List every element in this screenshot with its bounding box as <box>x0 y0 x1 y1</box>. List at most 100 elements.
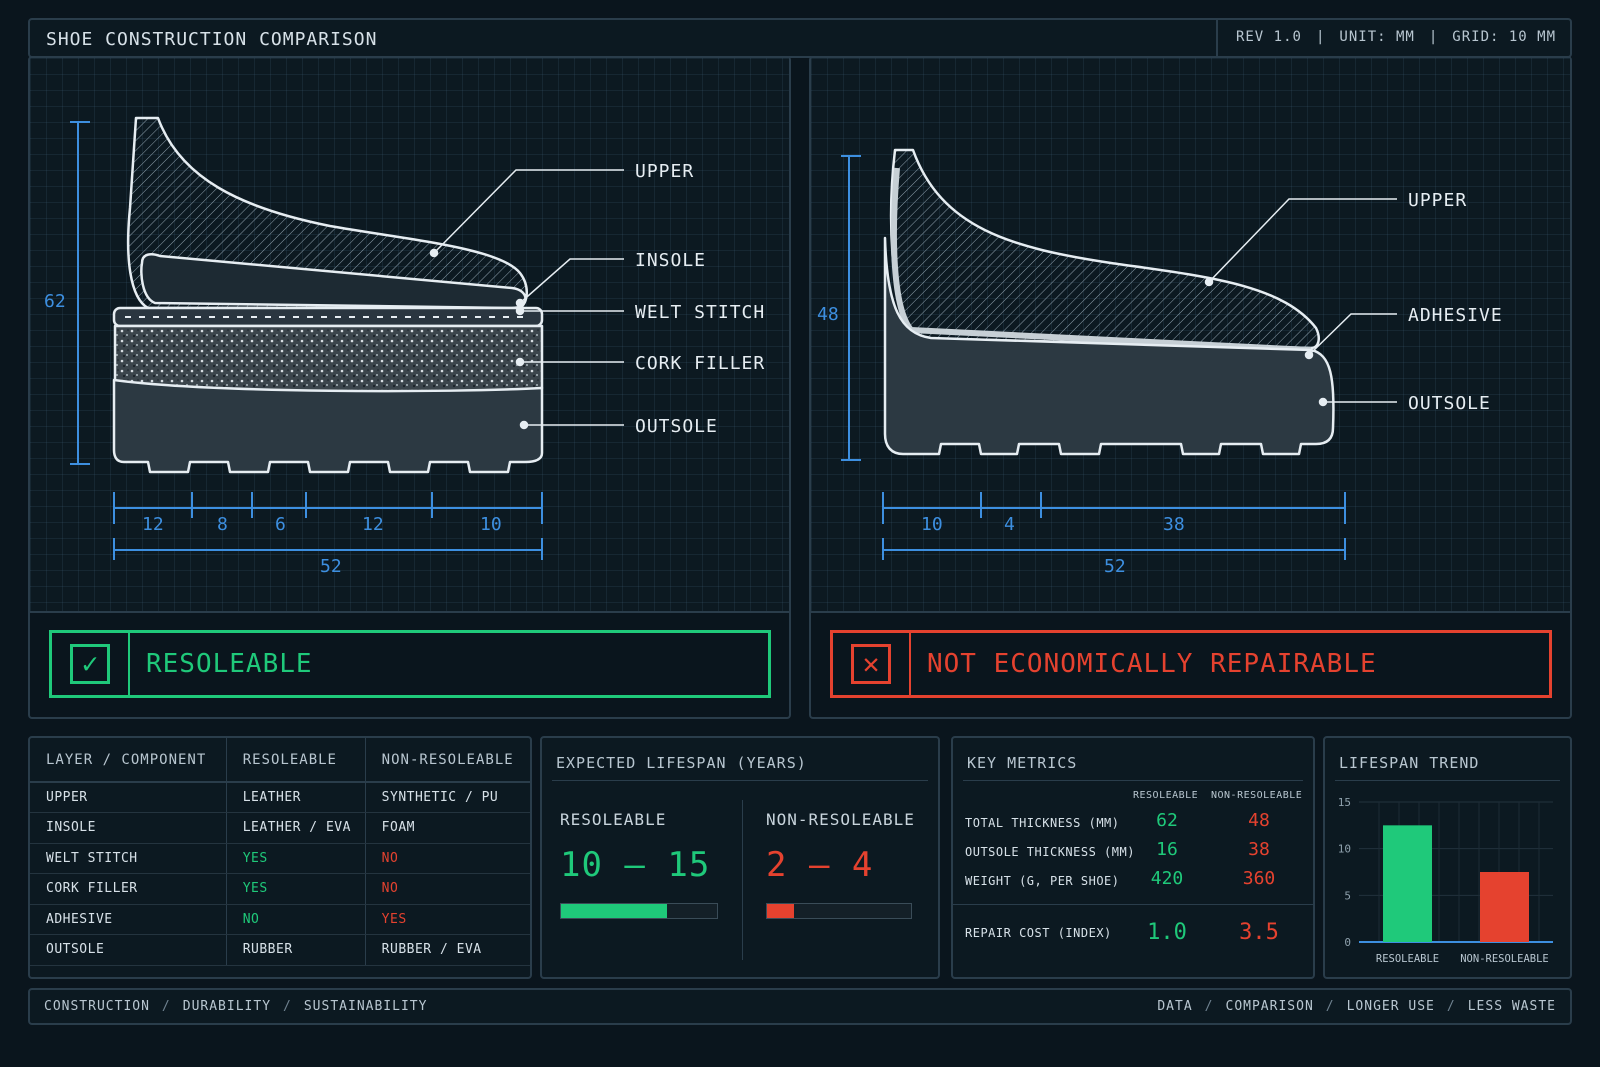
callout-adhesive: ADHESIVE <box>1408 305 1503 326</box>
segment-dimension: 12 <box>142 514 164 535</box>
lifespan-trend-panel: LIFESPAN TREND 0 5 10 15 RESOLEABLE NON-RESOL… <box>1323 736 1572 979</box>
table-cell: INSOLE <box>30 812 227 844</box>
footer-tag: DATA <box>1157 999 1193 1014</box>
layers-table: LAYER / COMPONENT RESOLEABLE NON-RESOLEA… <box>30 738 530 966</box>
bar <box>1383 825 1432 942</box>
metric-row: TOTAL THICKNESS (MM) 62 48 <box>965 810 1305 838</box>
metric-label: OUTSOLE THICKNESS (MM) <box>965 845 1135 859</box>
header-bar: SHOE CONSTRUCTION COMPARISON REV 1.0 | UNI… <box>28 18 1572 58</box>
table-header-row: LAYER / COMPONENT RESOLEABLE NON-RESOLEA… <box>30 738 530 783</box>
table-cell: YES <box>364 904 530 935</box>
table-cell: CORK FILLER <box>30 873 227 905</box>
bar <box>1480 872 1529 942</box>
callout-cork-filler: CORK FILLER <box>635 353 765 374</box>
y-tick-label: 5 <box>1344 889 1351 902</box>
resoleable-shoe-drawing <box>112 116 544 474</box>
callout-outsole: OUTSOLE <box>635 416 718 437</box>
y-tick-label: 15 <box>1338 796 1351 809</box>
callout-upper: UPPER <box>1408 190 1467 211</box>
spec-meta: REV 1.0 | UNIT: MM | GRID: 10 MM <box>1215 20 1570 56</box>
verdict-label: RESOLEABLE <box>146 649 313 679</box>
column-header: LAYER / COMPONENT <box>30 738 227 783</box>
table-row: UPPER LEATHER SYNTHETIC / PU <box>30 782 530 813</box>
resoleable-panel: UPPER INSOLE WELT STITCH CORK FILLER OUT… <box>28 56 791 719</box>
key-metrics-panel: KEY METRICS RESOLEABLE NON-RESOLEABLE TO… <box>951 736 1315 979</box>
metric-value-non-resoleable: 38 <box>1248 839 1270 860</box>
unit-label: UNIT: MM <box>1339 29 1415 45</box>
metric-value-resoleable: 420 <box>1150 868 1184 889</box>
table-cell: YES <box>225 873 366 905</box>
footer-tag: CONSTRUCTION <box>44 999 150 1014</box>
table-cell: RUBBER <box>225 934 366 966</box>
metric-row: REPAIR COST (INDEX) 1.0 3.5 <box>965 920 1305 948</box>
table-cell: NO <box>364 843 530 874</box>
metric-value-resoleable: 62 <box>1156 810 1178 831</box>
metrics-column-header: NON-RESOLEABLE <box>1211 790 1303 801</box>
table-cell: ADHESIVE <box>30 904 227 935</box>
table-row: OUTSOLE RUBBER RUBBER / EVA <box>30 934 530 966</box>
footer-tags-right: DATA / COMPARISON / LONGER USE / LESS WASTE <box>1157 999 1556 1014</box>
lifespan-value: 2 – 4 <box>766 845 874 885</box>
footer-tags-left: CONSTRUCTION / DURABILITY / SUSTAINABILITY <box>44 999 428 1014</box>
metrics-title: KEY METRICS <box>967 754 1078 772</box>
lifespan-title: EXPECTED LIFESPAN (YEARS) <box>556 754 807 772</box>
height-dimension: 48 <box>817 304 839 325</box>
footer-bar: CONSTRUCTION / DURABILITY / SUSTAINABILITY D… <box>28 988 1572 1025</box>
lifespan-value: 10 – 15 <box>560 845 711 885</box>
footer-tag: SUSTAINABILITY <box>303 999 428 1014</box>
table-cell: UPPER <box>30 782 227 813</box>
callout-insole: INSOLE <box>635 250 706 271</box>
footer-tag: LONGER USE <box>1346 999 1435 1014</box>
x-tick-label: RESOLEABLE <box>1376 953 1439 965</box>
lifespan-bar <box>560 903 718 919</box>
table-row: CORK FILLER YES NO <box>30 873 530 905</box>
segment-dimension: 38 <box>1163 514 1185 535</box>
table-row: ADHESIVE NO YES <box>30 904 530 935</box>
cross-icon: ✕ <box>851 644 891 684</box>
verdict-label: NOT ECONOMICALLY REPAIRABLE <box>927 649 1377 679</box>
lifespan-label: NON-RESOLEABLE <box>766 810 915 829</box>
footer-tag: LESS WASTE <box>1467 999 1556 1014</box>
layer-comparison-table: LAYER / COMPONENT RESOLEABLE NON-RESOLEA… <box>28 736 532 979</box>
outsole-shape <box>112 378 544 474</box>
segment-dimension: 8 <box>217 514 228 535</box>
lifespan-non-resoleable: NON-RESOLEABLE 2 – 4 <box>766 810 915 919</box>
lifespan-label: RESOLEABLE <box>560 810 667 829</box>
lifespan-resoleable: RESOLEABLE 10 – 15 <box>560 810 718 919</box>
height-dimension: 62 <box>44 291 66 312</box>
metric-value-non-resoleable: 48 <box>1248 810 1270 831</box>
metric-row: OUTSOLE THICKNESS (MM) 16 38 <box>965 839 1305 867</box>
callout-outsole: OUTSOLE <box>1408 393 1491 414</box>
revision-label: REV 1.0 <box>1235 29 1302 45</box>
metric-value-resoleable: 1.0 <box>1147 920 1187 945</box>
page-title: SHOE CONSTRUCTION COMPARISON <box>46 29 378 50</box>
resoleable-diagram: UPPER INSOLE WELT STITCH CORK FILLER OUT… <box>30 58 789 611</box>
metric-row: WEIGHT (G, PER SHOE) 420 360 <box>965 868 1305 896</box>
table-cell: YES <box>225 843 366 874</box>
total-dimension: 52 <box>320 556 342 577</box>
panel-divider <box>811 611 1570 613</box>
column-header: NON-RESOLEABLE <box>364 738 530 783</box>
table-row: WELT STITCH YES NO <box>30 843 530 874</box>
panel-divider <box>30 611 789 613</box>
non-resoleable-diagram: UPPER ADHESIVE OUTSOLE 48 10 4 38 52 <box>811 58 1570 611</box>
footer-tag: DURABILITY <box>182 999 272 1014</box>
table-row: INSOLE LEATHER / EVA FOAM <box>30 812 530 844</box>
lifespan-bar-fill <box>561 904 668 918</box>
footer-tag: COMPARISON <box>1225 999 1314 1014</box>
segment-dimension: 12 <box>362 514 384 535</box>
metric-label: WEIGHT (G, PER SHOE) <box>965 874 1120 888</box>
table-cell: WELT STITCH <box>30 843 227 874</box>
metric-value-non-resoleable: 3.5 <box>1239 920 1279 945</box>
check-icon: ✓ <box>70 644 110 684</box>
metric-label: TOTAL THICKNESS (MM) <box>965 816 1120 830</box>
total-dimension: 52 <box>1104 556 1126 577</box>
lifespan-bar-fill <box>767 904 795 918</box>
non-resoleable-verdict: ✕ NOT ECONOMICALLY REPAIRABLE <box>830 630 1552 698</box>
segment-dimension: 4 <box>1004 514 1015 535</box>
table-cell: OUTSOLE <box>30 934 227 966</box>
callout-upper: UPPER <box>635 161 694 182</box>
table-cell: NO <box>364 873 530 905</box>
segment-dimension: 10 <box>480 514 502 535</box>
table-cell: FOAM <box>364 812 530 844</box>
